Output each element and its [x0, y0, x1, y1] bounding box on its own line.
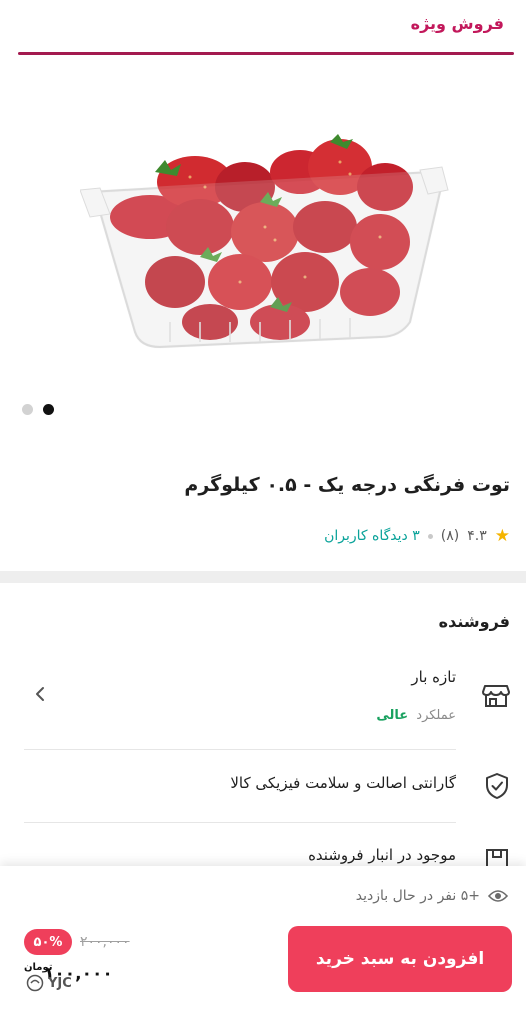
seller-section-title: فروشنده: [438, 612, 510, 631]
old-price: ۲۰۰,۰۰۰: [80, 934, 130, 950]
page-title: فروش ویژه: [410, 14, 504, 33]
add-to-cart-button[interactable]: افزودن به سبد خرید: [288, 926, 512, 992]
shop-icon: [482, 685, 510, 707]
pagination-dot-active[interactable]: [43, 404, 54, 415]
feature-text: موجود در انبار فروشنده: [308, 846, 456, 864]
watermark-icon: [26, 974, 44, 992]
rating-count: (۸): [440, 528, 460, 544]
product-gallery[interactable]: [0, 62, 526, 432]
row-divider: [24, 749, 456, 750]
seller-name: تازه بار: [411, 668, 456, 686]
performance-label: عملکرد: [416, 708, 456, 723]
seller-performance: عملکرد عالی: [376, 708, 456, 723]
section-divider: [0, 571, 526, 583]
pagination-dot[interactable]: [22, 404, 33, 415]
watermark-logo: YJC: [26, 974, 72, 992]
rating-row: ★ ۴.۳ (۸) ۳ دیدگاه کاربران: [324, 526, 510, 546]
performance-value: عالی: [376, 708, 409, 723]
feature-text: گارانتی اصالت و سلامت فیزیکی کالا: [230, 774, 456, 792]
chevron-left-icon[interactable]: [30, 684, 50, 704]
currency-label: تومان: [24, 962, 53, 973]
rating-value: ۴.۳: [467, 528, 487, 544]
feature-row-guarantee: گارانتی اصالت و سلامت فیزیکی کالا: [0, 766, 526, 806]
header-underline: [18, 52, 514, 55]
separator-dot: [427, 533, 433, 539]
gallery-pagination: [22, 404, 54, 415]
seller-card[interactable]: تازه بار عملکرد عالی: [0, 656, 526, 736]
product-page: فروش ویژه توت فرنگی درجه یک - ۰.۵ کیلوگر…: [0, 0, 526, 1024]
header: فروش ویژه: [0, 0, 526, 56]
star-icon: ★: [494, 526, 510, 546]
viewers-indicator: +۵ نفر در حال بازدید: [356, 888, 508, 904]
eye-icon: [488, 890, 508, 902]
discount-badge: ۵۰%: [24, 929, 72, 955]
row-divider: [24, 822, 456, 823]
reviews-link[interactable]: ۳ دیدگاه کاربران: [324, 528, 420, 544]
bottom-bar: +۵ نفر در حال بازدید افزودن به سبد خرید …: [0, 866, 526, 1024]
viewers-text: +۵ نفر در حال بازدید: [355, 888, 480, 904]
product-title: توت فرنگی درجه یک - ۰.۵ کیلوگرم: [184, 474, 510, 496]
watermark-text: YJC: [48, 975, 72, 991]
shield-check-icon: [486, 773, 508, 799]
strawberry-container-image: [80, 134, 449, 349]
